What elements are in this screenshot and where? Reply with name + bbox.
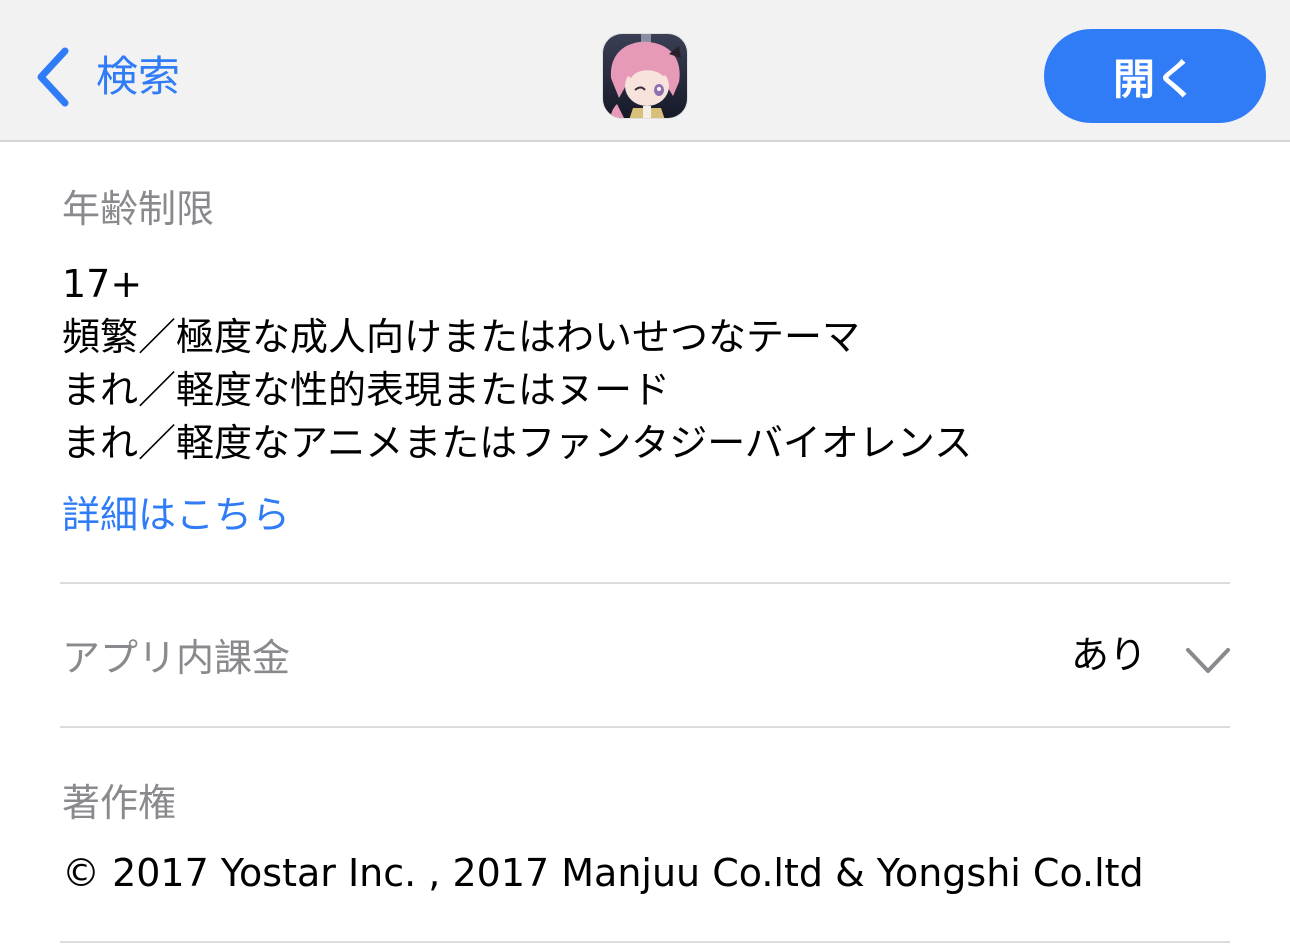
navigation-bar: 検索 開く — [0, 0, 1290, 142]
chevron-down-icon[interactable] — [1184, 646, 1232, 680]
back-button[interactable]: 検索 — [34, 44, 180, 110]
divider — [60, 726, 1230, 728]
divider — [60, 582, 1230, 584]
copyright-text: © 2017 Yostar Inc. , 2017 Manjuu Co.ltd … — [62, 851, 1144, 895]
open-button[interactable]: 開く — [1044, 29, 1266, 123]
divider — [60, 941, 1230, 943]
in-app-purchases-row[interactable]: アプリ内課金 あり — [0, 586, 1290, 726]
age-rating-descriptor: まれ／軽度な性的表現またはヌード — [62, 368, 671, 412]
age-rating-value: 17+ — [62, 262, 143, 306]
copyright-title: 著作権 — [62, 781, 177, 825]
back-label: 検索 — [96, 52, 181, 101]
age-rating-descriptor: まれ／軽度なアニメまたはファンタジーバイオレンス — [62, 421, 973, 465]
in-app-purchases-value: あり — [1070, 633, 1147, 677]
learn-more-link[interactable]: 詳細はこちら — [62, 492, 290, 538]
age-rating-title: 年齢制限 — [62, 187, 215, 231]
age-rating-details: 17+ 頻繁／極度な成人向けまたはわいせつなテーマ まれ／軽度な性的表現またはヌ… — [62, 258, 972, 470]
chevron-left-icon — [34, 46, 70, 108]
in-app-purchases-title: アプリ内課金 — [62, 636, 291, 680]
age-rating-descriptor: 頻繁／極度な成人向けまたはわいせつなテーマ — [62, 315, 861, 359]
app-icon — [602, 33, 688, 119]
